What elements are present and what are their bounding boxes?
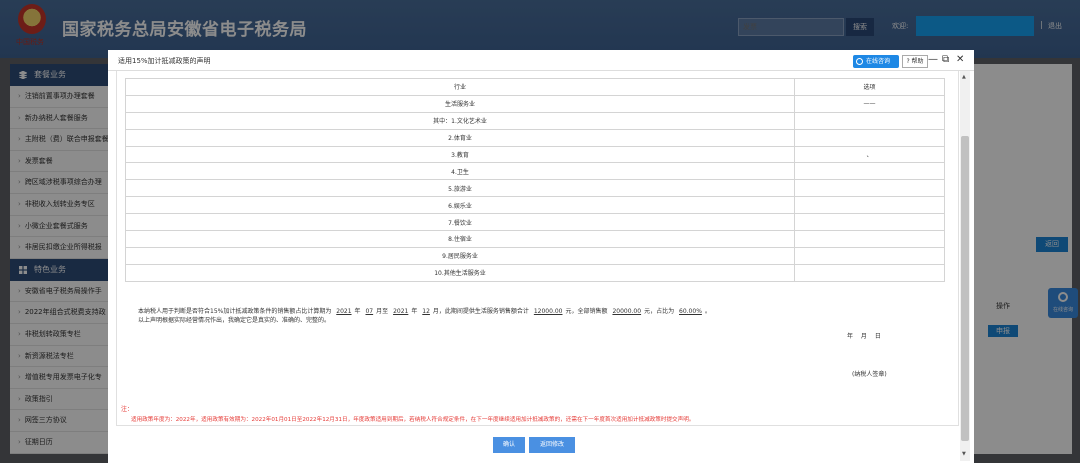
statement-text: 年 [411,308,418,315]
start-year-value: 2021 [336,308,352,315]
help-button[interactable]: ? 帮助 [902,55,928,68]
taxpayer-signature: (纳税人签章) [852,371,887,378]
return-modify-button[interactable]: 返回修改 [529,437,575,453]
table-row: 2.体育业 [125,128,945,147]
option-cell[interactable] [794,162,945,181]
start-month-value: 07 [365,308,374,315]
statement-text: 元，全部销售额 [565,308,608,315]
industry-table: 行业 选项 生活服务业 —— 其中：1.文化艺术业 2.体育业 3.教育、 4.卫… [125,78,945,282]
minimize-icon[interactable]: — [928,54,938,66]
statement-text: 本纳税人用于判断是否符合15%加计抵减政策条件的销售额占比计算期为 [138,308,332,315]
industry-cell: 10.其他生活服务业 [125,263,795,282]
industry-cell: 5.旅游业 [125,179,795,198]
scroll-up-icon[interactable]: ▲ [962,74,966,80]
declaration-modal: 适用15%加计抵减政策的声明 在线咨询 ? 帮助 — ⧉ ✕ · · · · ·… [108,50,974,463]
end-month-value: 12 [422,308,430,315]
option-cell[interactable] [794,230,945,248]
table-row: 3.教育、 [125,145,945,164]
industry-column-header: 行业 [125,78,795,96]
option-cell[interactable] [794,213,945,232]
modal-title: 适用15%加计抵减政策的声明 [118,57,211,65]
statement-line-2: 以上声明根据实际经营情况作出，我确定它是真实的、准确的、完整的。 [138,317,331,324]
modal-body: · · · · · · · · · · · · · · · · · · · · … [116,71,959,426]
date-line: 年 月 日 [847,333,881,340]
table-row: 10.其他生活服务业 [125,263,945,282]
end-year-value: 2021 [393,308,409,315]
restore-icon[interactable]: ⧉ [942,54,949,66]
modal-scrollbar[interactable]: ▲ ▼ [960,71,970,461]
online-consult-button[interactable]: 在线咨询 [853,55,899,68]
statement-text: 月，此期间提供生活服务销售额合计 [432,308,529,315]
option-cell: —— [794,94,945,113]
note-label: 注： [121,406,134,413]
table-row: 其中：1.文化艺术业 [125,111,945,130]
industry-cell: 9.居民服务业 [125,246,795,265]
option-cell[interactable] [794,111,945,130]
close-icon[interactable]: ✕ [956,54,964,66]
option-cell[interactable] [794,128,945,147]
ratio-value: 60.00% [679,308,702,315]
headset-icon [856,58,863,65]
table-row: 7.餐饮业 [125,213,945,232]
table-row: 8.住宿业 [125,230,945,248]
scrolled-off-text: · · · · · · · · · · · · · · · · · · · · … [129,71,889,73]
confirm-button[interactable]: 确认 [493,437,525,453]
online-consult-label: 在线咨询 [866,58,891,65]
industry-cell: 生活服务业 [125,94,795,113]
option-column-header: 选项 [794,78,945,96]
service-sales-value: 12000.00 [533,308,563,315]
table-row: 4.卫生 [125,162,945,181]
option-cell[interactable] [794,246,945,265]
industry-cell: 3.教育 [125,145,795,164]
scrollbar-thumb[interactable] [961,136,969,441]
policy-note: 适用政策年度为：2022年，适用政策有效期为：2022年01月01日至2022年… [131,417,695,423]
industry-cell: 4.卫生 [125,162,795,181]
statement-text: 元，占比为 [644,308,675,315]
table-row: 9.居民服务业 [125,246,945,265]
declaration-statement: 本纳税人用于判断是否符合15%加计抵减政策条件的销售额占比计算期为 2021 年 … [138,307,948,325]
statement-line-1: 本纳税人用于判断是否符合15%加计抵减政策条件的销售额占比计算期为 2021 年 … [138,307,948,316]
industry-cell: 6.娱乐业 [125,196,795,215]
industry-cell: 其中：1.文化艺术业 [125,111,795,130]
industry-cell: 7.餐饮业 [125,213,795,232]
option-cell[interactable] [794,196,945,215]
option-cell[interactable]: 、 [794,145,945,164]
option-cell[interactable] [794,263,945,282]
table-row: 生活服务业 —— [125,94,945,113]
scroll-down-icon[interactable]: ▼ [962,451,966,457]
option-cell[interactable] [794,179,945,198]
table-header-row: 行业 选项 [125,78,945,96]
statement-text: 年 [354,308,361,315]
total-sales-value: 20000.00 [612,308,642,315]
industry-cell: 8.住宿业 [125,230,795,248]
statement-text: 月至 [376,308,389,315]
industry-cell: 2.体育业 [125,128,795,147]
statement-text: 。 [704,308,711,315]
table-row: 5.旅游业 [125,179,945,198]
table-row: 6.娱乐业 [125,196,945,215]
